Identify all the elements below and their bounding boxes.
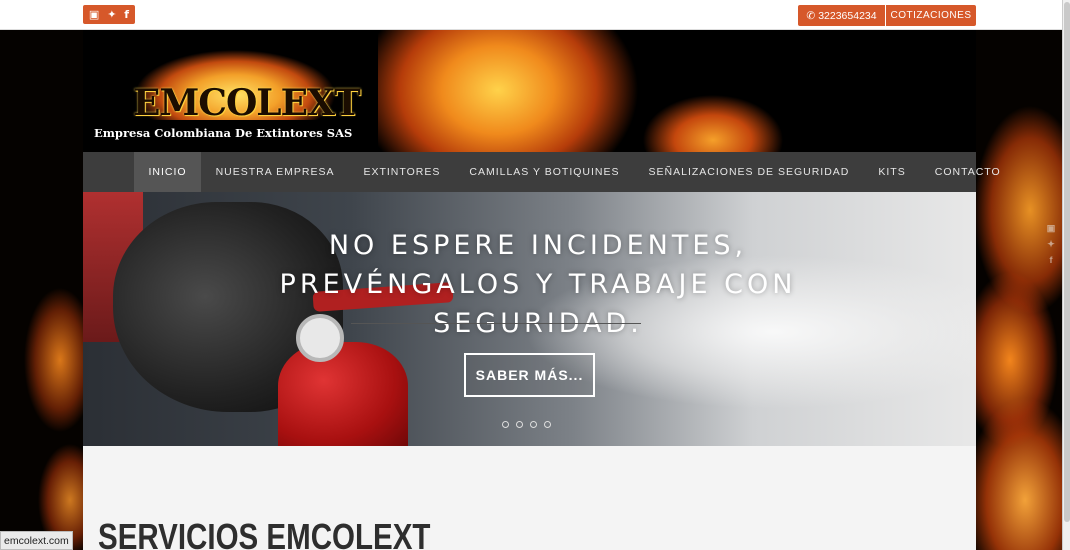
- status-bar-url: emcolext.com: [0, 531, 73, 550]
- nav-item-extintores[interactable]: EXTINTORES: [349, 152, 455, 192]
- hero-divider: [351, 323, 641, 324]
- section-title: SERVICIOS EMCOLEXT: [98, 516, 431, 550]
- site-logo[interactable]: EMCOLEXT: [131, 38, 361, 138]
- nav-item-nuestra-empresa[interactable]: NUESTRA EMPRESA: [201, 152, 349, 192]
- slider-dot[interactable]: [516, 421, 523, 428]
- slider-dot[interactable]: [530, 421, 537, 428]
- youtube-icon[interactable]: ▣: [89, 9, 99, 20]
- nav-item-kits[interactable]: KITS: [864, 152, 920, 192]
- hero-title: NO ESPERE INCIDENTES, PREVÉNGALOS Y TRAB…: [279, 230, 797, 339]
- nav-item-camillas-botiquines[interactable]: CAMILLAS Y BOTIQUINES: [455, 152, 634, 192]
- logo-subtitle: Empresa Colombiana De Extintores SAS: [94, 126, 353, 140]
- facebook-icon[interactable]: f: [1050, 254, 1053, 267]
- side-social-links: ▣ ✦ f: [1043, 222, 1059, 270]
- top-bar: ▣ ✦ f ✆ 3223654234 COTIZACIONES: [0, 0, 1062, 30]
- hero-slider[interactable]: NO ESPERE INCIDENTES, PREVÉNGALOS Y TRAB…: [83, 192, 976, 446]
- content-section: SERVICIOS EMCOLEXT: [83, 446, 976, 550]
- quotes-button[interactable]: COTIZACIONES: [886, 5, 976, 26]
- main-nav: INICIO NUESTRA EMPRESA EXTINTORES CAMILL…: [83, 152, 1000, 192]
- nav-item-inicio[interactable]: INICIO: [134, 152, 202, 192]
- phone-number: 3223654234: [818, 9, 877, 22]
- nav-item-senalizaciones[interactable]: SEÑALIZACIONES DE SEGURIDAD: [634, 152, 864, 192]
- facebook-icon[interactable]: f: [124, 9, 129, 20]
- phone-icon: ✆: [806, 9, 816, 22]
- twitter-icon[interactable]: ✦: [107, 9, 116, 20]
- scrollbar-thumb[interactable]: [1064, 2, 1070, 522]
- logo-text: EMCOLEXT: [133, 82, 361, 124]
- social-links: ▣ ✦ f: [83, 5, 135, 24]
- youtube-icon[interactable]: ▣: [1047, 222, 1056, 235]
- twitter-icon[interactable]: ✦: [1047, 238, 1055, 251]
- learn-more-button[interactable]: SABER MÁS...: [464, 353, 595, 397]
- phone-button[interactable]: ✆ 3223654234: [798, 5, 885, 26]
- header-fire-image: [378, 30, 658, 152]
- extinguisher-image: [278, 342, 408, 446]
- page-scrollbar[interactable]: [1062, 0, 1070, 550]
- slider-dot[interactable]: [502, 421, 509, 428]
- header-fire-image-small: [643, 70, 793, 152]
- slider-dots: [502, 421, 551, 428]
- nav-item-contacto[interactable]: CONTACTO: [920, 152, 1015, 192]
- header-banner: EMCOLEXT Empresa Colombiana De Extintore…: [83, 30, 976, 152]
- slider-dot[interactable]: [544, 421, 551, 428]
